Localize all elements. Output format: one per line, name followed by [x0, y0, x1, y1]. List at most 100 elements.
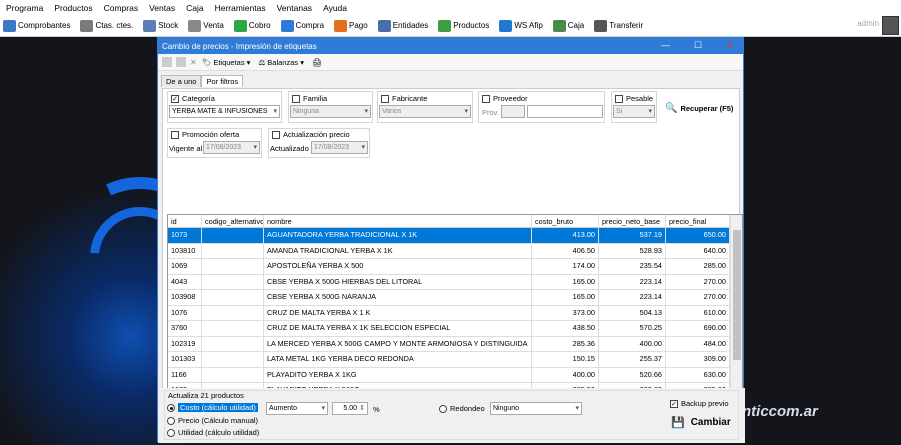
table-row[interactable]: 3760 CRUZ DE MALTA YERBA X 1K SELECCION E… — [168, 321, 742, 337]
table-cell: 165.00 — [532, 274, 599, 289]
actualizacion-check[interactable] — [272, 131, 280, 140]
table-row[interactable]: 1069 APOSTOLEÑA YERBA X 500 174.00 235.54 28… — [168, 259, 742, 275]
column-header[interactable]: id — [168, 215, 202, 227]
pesable-select[interactable]: Si ▾ — [613, 105, 655, 118]
toolbar-button[interactable]: Comprobantes — [3, 19, 70, 32]
column-header[interactable]: codigo_alternativo — [202, 215, 264, 227]
new-icon[interactable] — [162, 57, 172, 67]
promo-check[interactable] — [171, 131, 179, 140]
table-row[interactable]: 4043 CBSE YERBA X 500G HIERBAS DEL LITORA… — [168, 274, 742, 290]
proveedor-check[interactable] — [482, 95, 490, 104]
menu-item[interactable]: Programa — [6, 3, 43, 13]
radio-utilidad-dot[interactable] — [167, 429, 175, 438]
table-row[interactable]: 101303 LATA METAL 1KG YERBA DECO REDONDA 1… — [168, 352, 742, 368]
radio-costo-dot[interactable] — [167, 404, 175, 413]
categoria-checkbox[interactable]: ✓ Categoría — [171, 94, 215, 104]
fabricante-check[interactable] — [381, 95, 389, 104]
toolbar-button[interactable]: WS Afip — [499, 19, 543, 32]
categoria-check[interactable]: ✓ — [171, 95, 179, 104]
radio-redondeo-dot[interactable] — [439, 405, 447, 414]
scroll-thumb[interactable] — [733, 230, 741, 360]
radio-utilidad[interactable]: Utilidad (cálculo utilidad) — [167, 428, 259, 438]
familia-label: Familia — [303, 94, 328, 103]
backup-checkbox[interactable]: ✓ Backup previo — [670, 399, 729, 409]
table-row[interactable]: 103908 CBSE YERBA X 500G NARANJA 165.00 223… — [168, 290, 742, 306]
toolbar-button[interactable]: Ctas. ctes. — [80, 19, 133, 32]
print-icon[interactable]: 🖨 — [312, 58, 322, 67]
table-cell — [202, 290, 264, 305]
pesable-check[interactable] — [615, 95, 623, 104]
valor-stepper[interactable]: 5.00 ⇕ — [332, 402, 368, 415]
menu-item[interactable]: Compras — [104, 3, 138, 13]
save-icon[interactable] — [176, 57, 186, 67]
table-row[interactable]: 1076 CRUZ DE MALTA YERBA X 1 K 373.00 504.1… — [168, 305, 742, 321]
vigente-date[interactable]: 17/08/2023 ▾ — [203, 141, 260, 154]
pesable-checkbox[interactable]: Pesable — [615, 94, 653, 104]
familia-checkbox[interactable]: Familia — [292, 94, 328, 104]
prov-name-input[interactable] — [527, 105, 603, 118]
costo-label: Costo (cálculo utilidad) — [178, 403, 258, 412]
etiquetas-menu[interactable]: 🏷 Etiquetas ▾ — [202, 58, 251, 67]
column-header[interactable]: precio_neto_base — [599, 215, 666, 227]
column-header[interactable]: nombre — [264, 215, 532, 227]
familia-select[interactable]: Ninguna ▾ — [290, 105, 371, 118]
table-cell: 103908 — [168, 290, 202, 305]
menu-item[interactable]: Ventas — [149, 3, 175, 13]
radio-costo[interactable]: Costo (cálculo utilidad) — [167, 403, 258, 413]
radio-precio[interactable]: Precio (Cálculo manual) — [167, 416, 258, 426]
toolbar-button[interactable]: Pago — [334, 19, 368, 32]
toolbar-button[interactable]: Stock — [143, 19, 178, 32]
toolbar-button[interactable]: Venta — [188, 19, 224, 32]
table-cell — [202, 274, 264, 289]
toolbar-button[interactable]: Cobro — [233, 19, 271, 32]
menu-item[interactable]: Productos — [54, 3, 92, 13]
stepper-arrows-icon[interactable]: ⇕ — [359, 404, 365, 412]
table-row[interactable]: 103810 AMANDA TRADICIONAL YERBA X 1K 406.5… — [168, 243, 742, 259]
fabricante-checkbox[interactable]: Fabricante — [381, 94, 427, 104]
toolbar-button[interactable]: Entidades — [377, 19, 428, 32]
table-row[interactable]: 102319 LA MERCED YERBA X 500G CAMPO Y MON… — [168, 336, 742, 352]
cambiar-button[interactable]: 💾 Cambiar — [671, 416, 731, 429]
recuperar-button[interactable]: 🔍 Recuperar (F5) — [665, 103, 733, 114]
familia-check[interactable] — [292, 95, 300, 104]
column-header[interactable]: costo_bruto — [532, 215, 599, 227]
redondeo-select[interactable]: Ninguno ▾ — [490, 402, 582, 415]
radio-redondeo[interactable]: Redondeo — [439, 404, 485, 414]
table-cell: AGUANTADORA YERBA TRADICIONAL X 1K — [264, 228, 532, 243]
table-row[interactable]: 1073 AGUANTADORA YERBA TRADICIONAL X 1K 41… — [168, 228, 742, 244]
menu-item[interactable]: Ayuda — [323, 3, 347, 13]
minimize-icon[interactable]: — — [661, 40, 670, 50]
categoria-select[interactable]: YERBA MATE & INFUSIONES ▾ — [169, 105, 280, 118]
balanzas-menu[interactable]: ⚖ Balanzas ▾ — [258, 58, 304, 67]
menu-item[interactable]: Caja — [186, 3, 203, 13]
vigente-value: 17/08/2023 — [206, 144, 242, 151]
table-cell: 400.00 — [599, 336, 666, 351]
actualizado-date[interactable]: 17/08/2023 ▾ — [311, 141, 368, 154]
toolbar-button[interactable]: Caja — [552, 19, 585, 32]
toolbar-button[interactable]: Productos — [438, 19, 489, 32]
prov-code-input[interactable] — [501, 105, 525, 118]
menu-item[interactable]: Herramientas — [215, 3, 266, 13]
menu-item[interactable]: Ventanas — [277, 3, 312, 13]
table-row[interactable]: 1166 PLAYADITO YERBA X 1KG 400.00 520.66 630… — [168, 367, 742, 383]
tab-por-filtros[interactable]: Por filtros — [201, 75, 244, 87]
chevron-down-icon: ▾ — [273, 108, 277, 115]
backup-check[interactable]: ✓ — [670, 400, 678, 409]
toolbar-button[interactable]: Compra — [280, 19, 324, 32]
column-header[interactable]: precio_final — [666, 215, 730, 227]
window-titlebar: Cambio de precios - Impresión de etiquet… — [158, 38, 743, 54]
tab-de-a-uno[interactable]: De a uno — [161, 75, 202, 87]
toolbar-label: Caja — [567, 21, 585, 30]
radio-precio-dot[interactable] — [167, 417, 175, 426]
proveedor-checkbox[interactable]: Proveedor — [482, 94, 528, 104]
chevron-down-icon: ▾ — [575, 405, 579, 412]
aumento-select[interactable]: Aumento ▾ — [266, 402, 328, 415]
maximize-icon[interactable]: ☐ — [694, 40, 702, 51]
promo-checkbox[interactable]: Promoción oferta — [171, 130, 239, 140]
delete-icon[interactable]: ✕ — [190, 58, 197, 67]
toolbar-button[interactable]: Transferir — [594, 19, 643, 32]
actualizacion-checkbox[interactable]: Actualización precio — [272, 130, 350, 140]
fabricante-select[interactable]: Varios ▾ — [379, 105, 471, 118]
avatar[interactable] — [882, 16, 899, 35]
close-icon[interactable]: ✕ — [726, 40, 734, 51]
